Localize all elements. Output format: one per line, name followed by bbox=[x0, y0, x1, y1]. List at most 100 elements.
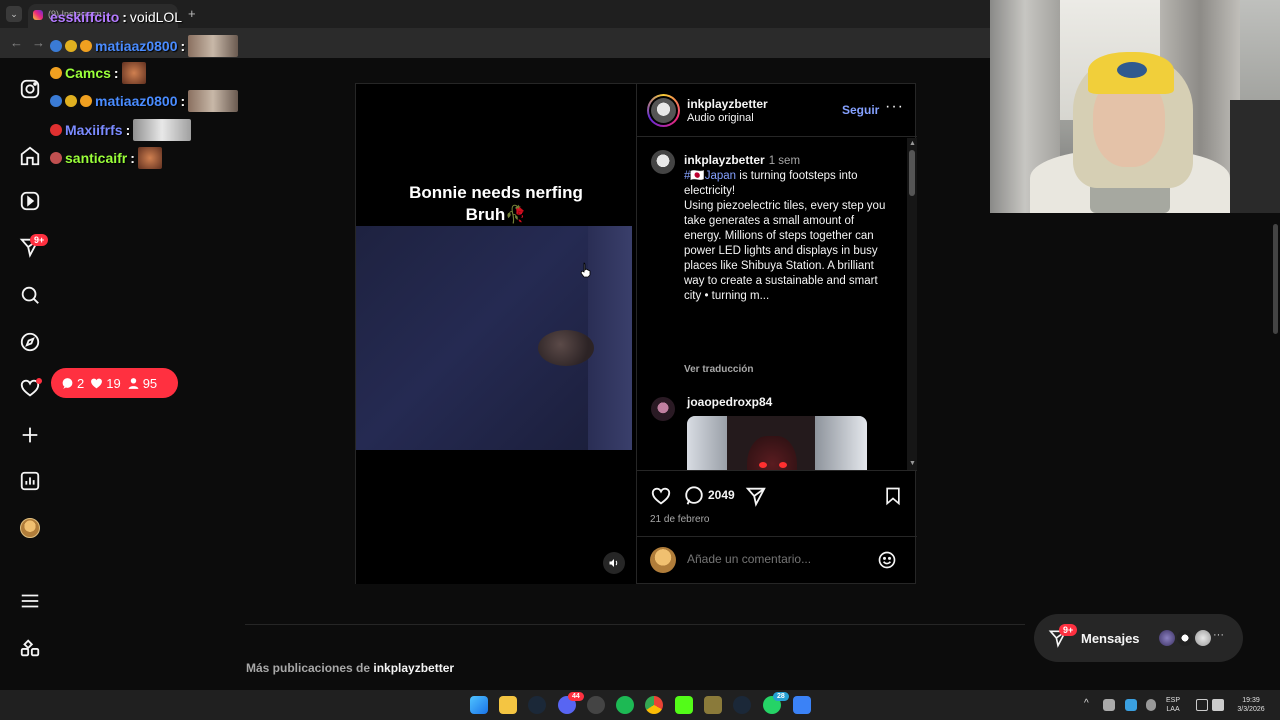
home-icon[interactable] bbox=[18, 144, 42, 168]
search-icon[interactable] bbox=[18, 283, 42, 307]
author-username[interactable]: inkplayzbetter bbox=[687, 97, 768, 111]
post-modal: Bonnie needs nerfing Bruh🥀 inkplayzbette… bbox=[355, 83, 917, 584]
caption-author[interactable]: inkplayzbetter bbox=[684, 153, 765, 167]
comment-count: 2049 bbox=[708, 488, 735, 502]
kick-icon[interactable] bbox=[675, 696, 693, 714]
share-icon[interactable] bbox=[745, 485, 767, 507]
emoji-icon[interactable] bbox=[877, 550, 897, 570]
notepad-icon[interactable] bbox=[793, 696, 811, 714]
explore-icon[interactable] bbox=[18, 330, 42, 354]
new-tab-button[interactable]: + bbox=[188, 6, 196, 21]
tab-list-button[interactable]: ⌄ bbox=[6, 6, 22, 22]
discord-badge: 44 bbox=[568, 692, 584, 701]
dashboard-icon[interactable] bbox=[18, 469, 42, 493]
file-explorer-icon[interactable] bbox=[499, 696, 517, 714]
comment-icon[interactable] bbox=[683, 485, 705, 507]
caption-body: Using piezoelectric tiles, every step yo… bbox=[684, 200, 886, 302]
chat-username: Maxiifrfs bbox=[65, 122, 123, 138]
caption-hashtag[interactable]: #🇯🇵Japan bbox=[684, 170, 736, 182]
audio-label[interactable]: Audio original bbox=[687, 112, 754, 124]
emoji-badge-icon bbox=[80, 40, 92, 52]
app-icon[interactable] bbox=[704, 696, 722, 714]
likes-count: 19 bbox=[90, 375, 121, 391]
chat-username: santicaifr bbox=[65, 150, 128, 166]
webcam-overlay bbox=[990, 0, 1280, 213]
rank-badge-icon bbox=[65, 95, 77, 107]
sub-badge-icon bbox=[50, 95, 62, 107]
page-scrollbar[interactable] bbox=[1270, 214, 1280, 690]
comment-input[interactable] bbox=[687, 552, 857, 566]
author-avatar[interactable] bbox=[647, 94, 680, 127]
chat-message: Camcs: bbox=[50, 62, 146, 84]
emoji-badge-icon bbox=[50, 152, 62, 164]
more-conversations: ··· bbox=[1213, 629, 1224, 641]
spotify-icon[interactable] bbox=[616, 696, 634, 714]
comments-scroll-thumb[interactable] bbox=[909, 150, 915, 196]
emote-image bbox=[188, 35, 239, 57]
commenter-username[interactable]: joaopedroxp84 bbox=[687, 395, 772, 409]
display-icon[interactable] bbox=[1196, 699, 1208, 711]
emoji-badge-icon bbox=[80, 95, 92, 107]
whatsapp-badge: 28 bbox=[773, 692, 789, 701]
like-icon[interactable] bbox=[650, 485, 672, 507]
conversation-avatar bbox=[1193, 628, 1213, 648]
messages-badge: 9+ bbox=[30, 234, 49, 246]
emoji-badge-icon bbox=[50, 67, 62, 79]
chat-username: matiaaz0800 bbox=[95, 93, 178, 109]
page-scroll-thumb[interactable] bbox=[1273, 224, 1278, 334]
chat-message: matiaaz0800: bbox=[50, 90, 239, 112]
forward-button[interactable]: → bbox=[32, 35, 45, 50]
chat-message: Maxiifrfs: bbox=[50, 119, 192, 141]
profile-icon[interactable] bbox=[18, 516, 42, 540]
commenter-avatar[interactable] bbox=[651, 397, 675, 421]
own-avatar bbox=[650, 547, 676, 573]
see-translation-link[interactable]: Ver traducción bbox=[684, 364, 753, 375]
more-posts-heading: Más publicaciones de inkplayzbetter bbox=[246, 661, 455, 675]
back-button[interactable]: ← bbox=[10, 35, 23, 50]
create-icon[interactable] bbox=[18, 423, 42, 447]
caption-author-avatar[interactable] bbox=[651, 150, 675, 174]
security-icon[interactable] bbox=[1125, 699, 1137, 711]
sync-icon[interactable] bbox=[1103, 699, 1115, 711]
mute-button[interactable] bbox=[603, 552, 625, 574]
chat-text: voidLOL bbox=[129, 9, 183, 25]
clock-time: 19:39 bbox=[1242, 697, 1260, 704]
video-frame bbox=[356, 226, 632, 450]
comments-count-value: 2 bbox=[77, 375, 85, 391]
heart-icon bbox=[91, 378, 103, 388]
rank-badge-icon bbox=[65, 40, 77, 52]
app-icon[interactable] bbox=[587, 696, 605, 714]
steam-icon[interactable] bbox=[733, 696, 751, 714]
clock[interactable]: 19:39 3/3/2026 bbox=[1232, 696, 1270, 714]
reel-video[interactable]: Bonnie needs nerfing Bruh🥀 bbox=[356, 84, 636, 584]
volume-icon[interactable] bbox=[1212, 699, 1224, 711]
start-icon[interactable] bbox=[470, 696, 488, 714]
video-caption: Bonnie needs nerfing Bruh🥀 bbox=[409, 183, 583, 224]
comments-count: 2 bbox=[61, 376, 84, 391]
notifications-pill[interactable]: 2 19 95 bbox=[51, 368, 178, 398]
emoji-badge-icon bbox=[50, 124, 62, 136]
comment-icon bbox=[62, 377, 73, 389]
comments-scrollbar[interactable]: ▲ ▼ bbox=[907, 138, 917, 470]
steam-icon[interactable] bbox=[528, 696, 546, 714]
reels-icon[interactable] bbox=[18, 189, 42, 213]
threads-icon[interactable] bbox=[18, 636, 42, 660]
language-indicator[interactable]: ESP LAA bbox=[1166, 696, 1180, 714]
messages-button[interactable]: 9+ Mensajes ··· bbox=[1034, 614, 1243, 662]
save-icon[interactable] bbox=[883, 485, 903, 507]
chrome-icon[interactable] bbox=[645, 696, 663, 714]
more-posts-user[interactable]: inkplayzbetter bbox=[373, 661, 454, 675]
instagram-icon[interactable] bbox=[18, 77, 42, 101]
activity-dot bbox=[36, 378, 42, 384]
tray-overflow-button[interactable]: ^ bbox=[1084, 699, 1089, 709]
chat-username: matiaaz0800 bbox=[95, 38, 178, 54]
follow-button[interactable]: Seguir bbox=[842, 103, 879, 117]
messages-label: Mensajes bbox=[1081, 631, 1140, 646]
likes-count-value: 19 bbox=[106, 375, 121, 391]
comment-image[interactable] bbox=[687, 416, 867, 470]
menu-icon[interactable] bbox=[18, 589, 42, 613]
follows-count-value: 95 bbox=[142, 375, 158, 391]
mouse-cursor-icon bbox=[580, 262, 591, 278]
more-options-button[interactable]: ··· bbox=[885, 98, 904, 116]
microphone-icon[interactable] bbox=[1146, 699, 1156, 711]
